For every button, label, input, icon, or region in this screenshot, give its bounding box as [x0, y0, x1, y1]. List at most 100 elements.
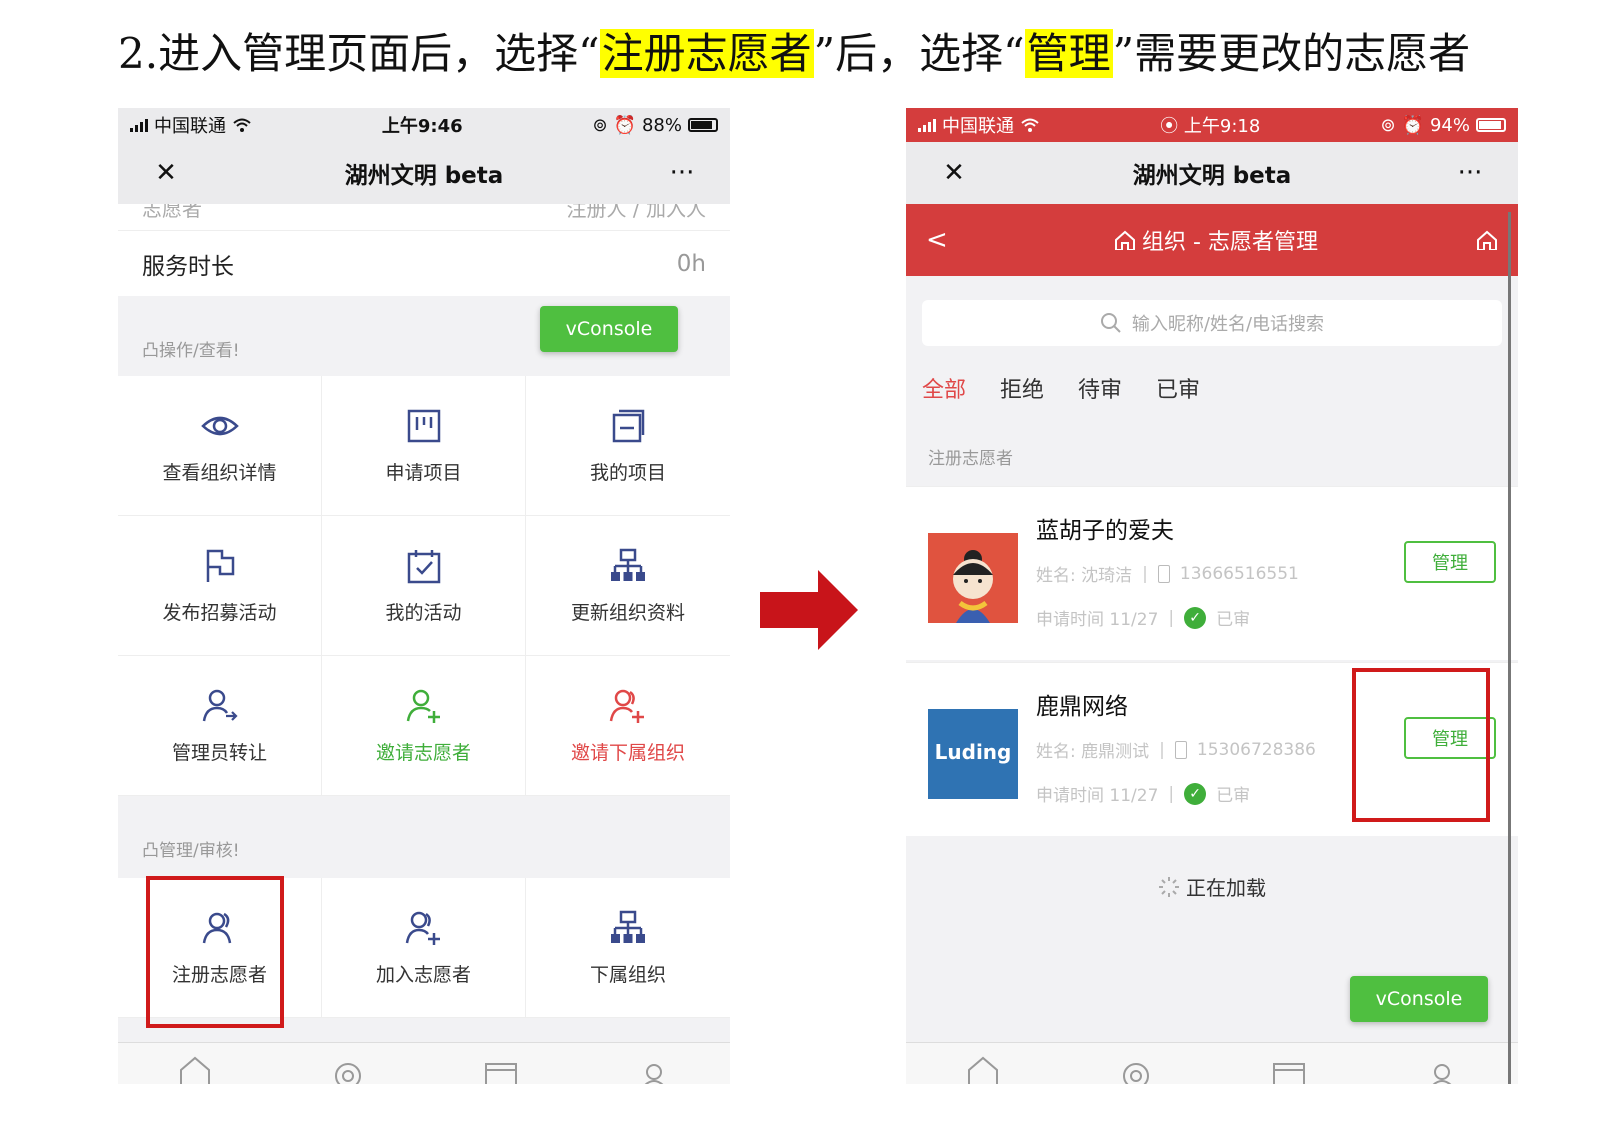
battery-percent: 88% — [641, 114, 682, 136]
user-add-icon — [406, 689, 440, 723]
lock-rotation-icon: ⊚ — [1380, 114, 1396, 136]
volunteer-nickname: 鹿鼎网络 — [1036, 694, 1128, 720]
grid-item-my-projects[interactable]: 我的项目 — [526, 376, 730, 516]
more-options-button[interactable]: ··· — [1450, 158, 1490, 188]
search-placeholder: 输入昵称/姓名/电话搜索 — [1131, 314, 1325, 335]
carrier: 中国联通 — [154, 116, 226, 137]
volunteer-info: 姓名: 鹿鼎测试 | 15306728386 — [1036, 739, 1316, 763]
grid-item-view-org[interactable]: 查看组织详情 — [118, 376, 322, 516]
battery-icon — [688, 118, 718, 132]
instruction-text: 2.进入管理页面后，选择“注册志愿者”后，选择“管理”需要更改的志愿者 — [118, 29, 1471, 78]
home-button-icon[interactable] — [1476, 230, 1498, 250]
user-icon[interactable] — [1424, 1054, 1460, 1084]
tab-rejected[interactable]: 拒绝 — [1000, 372, 1044, 404]
grid-item-update-org[interactable]: 更新组织资料 — [526, 516, 730, 656]
kanban-icon — [407, 409, 440, 443]
grid-item-apply-project[interactable]: 申请项目 — [322, 376, 526, 516]
status-bar: 中国联通 上午9:46 ⊚ ⏰ 88% — [118, 108, 730, 142]
alarm-icon: ⏰ — [613, 114, 636, 136]
right-phone-screenshot: 中国联通 ⦿ 上午9:18 ⊚ ⏰ 94% ✕ 湖州文明 beta ··· < … — [906, 108, 1518, 1084]
loading-indicator: 正在加载 — [1158, 872, 1266, 901]
phone-icon — [1174, 740, 1187, 759]
grid-item-joined-volunteers[interactable]: 加入志愿者 — [322, 878, 526, 1018]
page-header: < 组织 - 志愿者管理 — [906, 204, 1518, 276]
wechat-nav-bar: ✕ 湖州文明 beta ··· — [118, 142, 730, 204]
service-hours-label: 服务时长 — [142, 253, 234, 280]
operate-section-label: 凸操作/查看! — [142, 341, 240, 361]
wifi-icon — [1021, 118, 1039, 132]
tab-approved[interactable]: 已审 — [1156, 372, 1200, 404]
phone-icon — [1157, 564, 1170, 583]
mini-program-title: 湖州文明 beta — [1132, 163, 1292, 189]
card-icon[interactable] — [483, 1054, 519, 1084]
card-icon[interactable] — [1271, 1054, 1307, 1084]
eye-icon — [200, 416, 239, 436]
close-button[interactable]: ✕ — [934, 158, 974, 188]
discover-icon[interactable] — [330, 1054, 366, 1084]
carrier: 中国联通 — [942, 116, 1014, 137]
search-bar: 输入昵称/姓名/电话搜索 — [906, 292, 1518, 354]
search-input[interactable]: 输入昵称/姓名/电话搜索 — [922, 300, 1502, 346]
annotation-box-manage — [1352, 668, 1490, 822]
service-hours-value: 0h — [676, 250, 706, 277]
status-badge: 已审 — [1216, 786, 1251, 806]
user-transfer-icon — [202, 689, 238, 722]
search-icon — [1100, 313, 1121, 333]
avatar: Luding — [928, 709, 1018, 799]
users-add-icon — [609, 689, 644, 723]
tab-bar — [118, 1042, 730, 1084]
scrollbar — [1508, 212, 1511, 1084]
recording-icon: ⦿ — [1160, 116, 1184, 137]
status-time: 上午9:46 — [381, 116, 463, 137]
volunteer-count-row-partial: 志愿者 注册人 / 加入人 — [118, 204, 730, 230]
check-circle-icon: ✓ — [1184, 606, 1207, 629]
avatar — [928, 533, 1018, 623]
org-chart-icon — [611, 548, 645, 581]
spinner-icon — [1159, 876, 1179, 897]
more-options-button[interactable]: ··· — [662, 158, 702, 188]
discover-icon[interactable] — [1118, 1054, 1154, 1084]
tab-all[interactable]: 全部 — [922, 372, 966, 404]
signal-icon — [918, 118, 936, 132]
volunteer-info: 姓名: 沈琦洁 | 13666516551 — [1036, 563, 1299, 587]
back-button[interactable]: < — [926, 225, 956, 255]
manage-section-label: 凸管理/审核! — [142, 841, 240, 861]
arrow-right-icon — [760, 570, 858, 650]
folder-icon — [612, 409, 645, 443]
grid-item-sub-orgs[interactable]: 下属组织 — [526, 878, 730, 1018]
status-badge: 已审 — [1216, 610, 1251, 630]
annotation-box-register-volunteer — [146, 876, 284, 1028]
lock-rotation-icon: ⊚ — [592, 114, 608, 136]
close-button[interactable]: ✕ — [146, 158, 186, 188]
volunteer-nickname: 蓝胡子的爱夫 — [1036, 518, 1174, 544]
home-icon[interactable] — [965, 1054, 1001, 1084]
home-icon[interactable] — [177, 1054, 213, 1084]
grid-item-invite-volunteer[interactable]: 邀请志愿者 — [322, 656, 526, 796]
tab-bar — [906, 1042, 1518, 1084]
tab-pending[interactable]: 待审 — [1078, 372, 1122, 404]
user-icon[interactable] — [636, 1054, 672, 1084]
operate-grid: 查看组织详情 申请项目 我的项目 发布招募活动 我的活动 更新组织资料 管理员转… — [118, 376, 730, 796]
vconsole-button[interactable]: vConsole — [1350, 976, 1488, 1022]
highlight-manage: 管理 — [1024, 29, 1113, 78]
mini-program-title: 湖州文明 beta — [344, 163, 504, 189]
battery-fill — [691, 121, 712, 129]
battery-icon — [1476, 118, 1506, 132]
grid-item-invite-suborg[interactable]: 邀请下属组织 — [526, 656, 730, 796]
home-icon — [1115, 230, 1136, 250]
battery-percent: 94% — [1429, 114, 1470, 136]
avatar-logo-text: Luding — [935, 740, 1012, 764]
grid-item-publish-recruit[interactable]: 发布招募活动 — [118, 516, 322, 656]
service-hours-row: 服务时长 0h — [118, 230, 730, 296]
status-bar: 中国联通 ⦿ 上午9:18 ⊚ ⏰ 94% — [906, 108, 1518, 142]
vconsole-button[interactable]: vConsole — [540, 306, 678, 352]
highlight-register-volunteer: 注册志愿者 — [599, 29, 814, 78]
grid-item-admin-transfer[interactable]: 管理员转让 — [118, 656, 322, 796]
manage-button[interactable]: 管理 — [1404, 541, 1496, 583]
battery-fill — [1479, 121, 1502, 129]
page-title: 组织 - 志愿者管理 — [1114, 224, 1318, 256]
alarm-icon: ⏰ — [1401, 114, 1424, 136]
signal-icon — [130, 118, 148, 132]
grid-item-my-activities[interactable]: 我的活动 — [322, 516, 526, 656]
list-section-label: 注册志愿者 — [928, 449, 1013, 469]
